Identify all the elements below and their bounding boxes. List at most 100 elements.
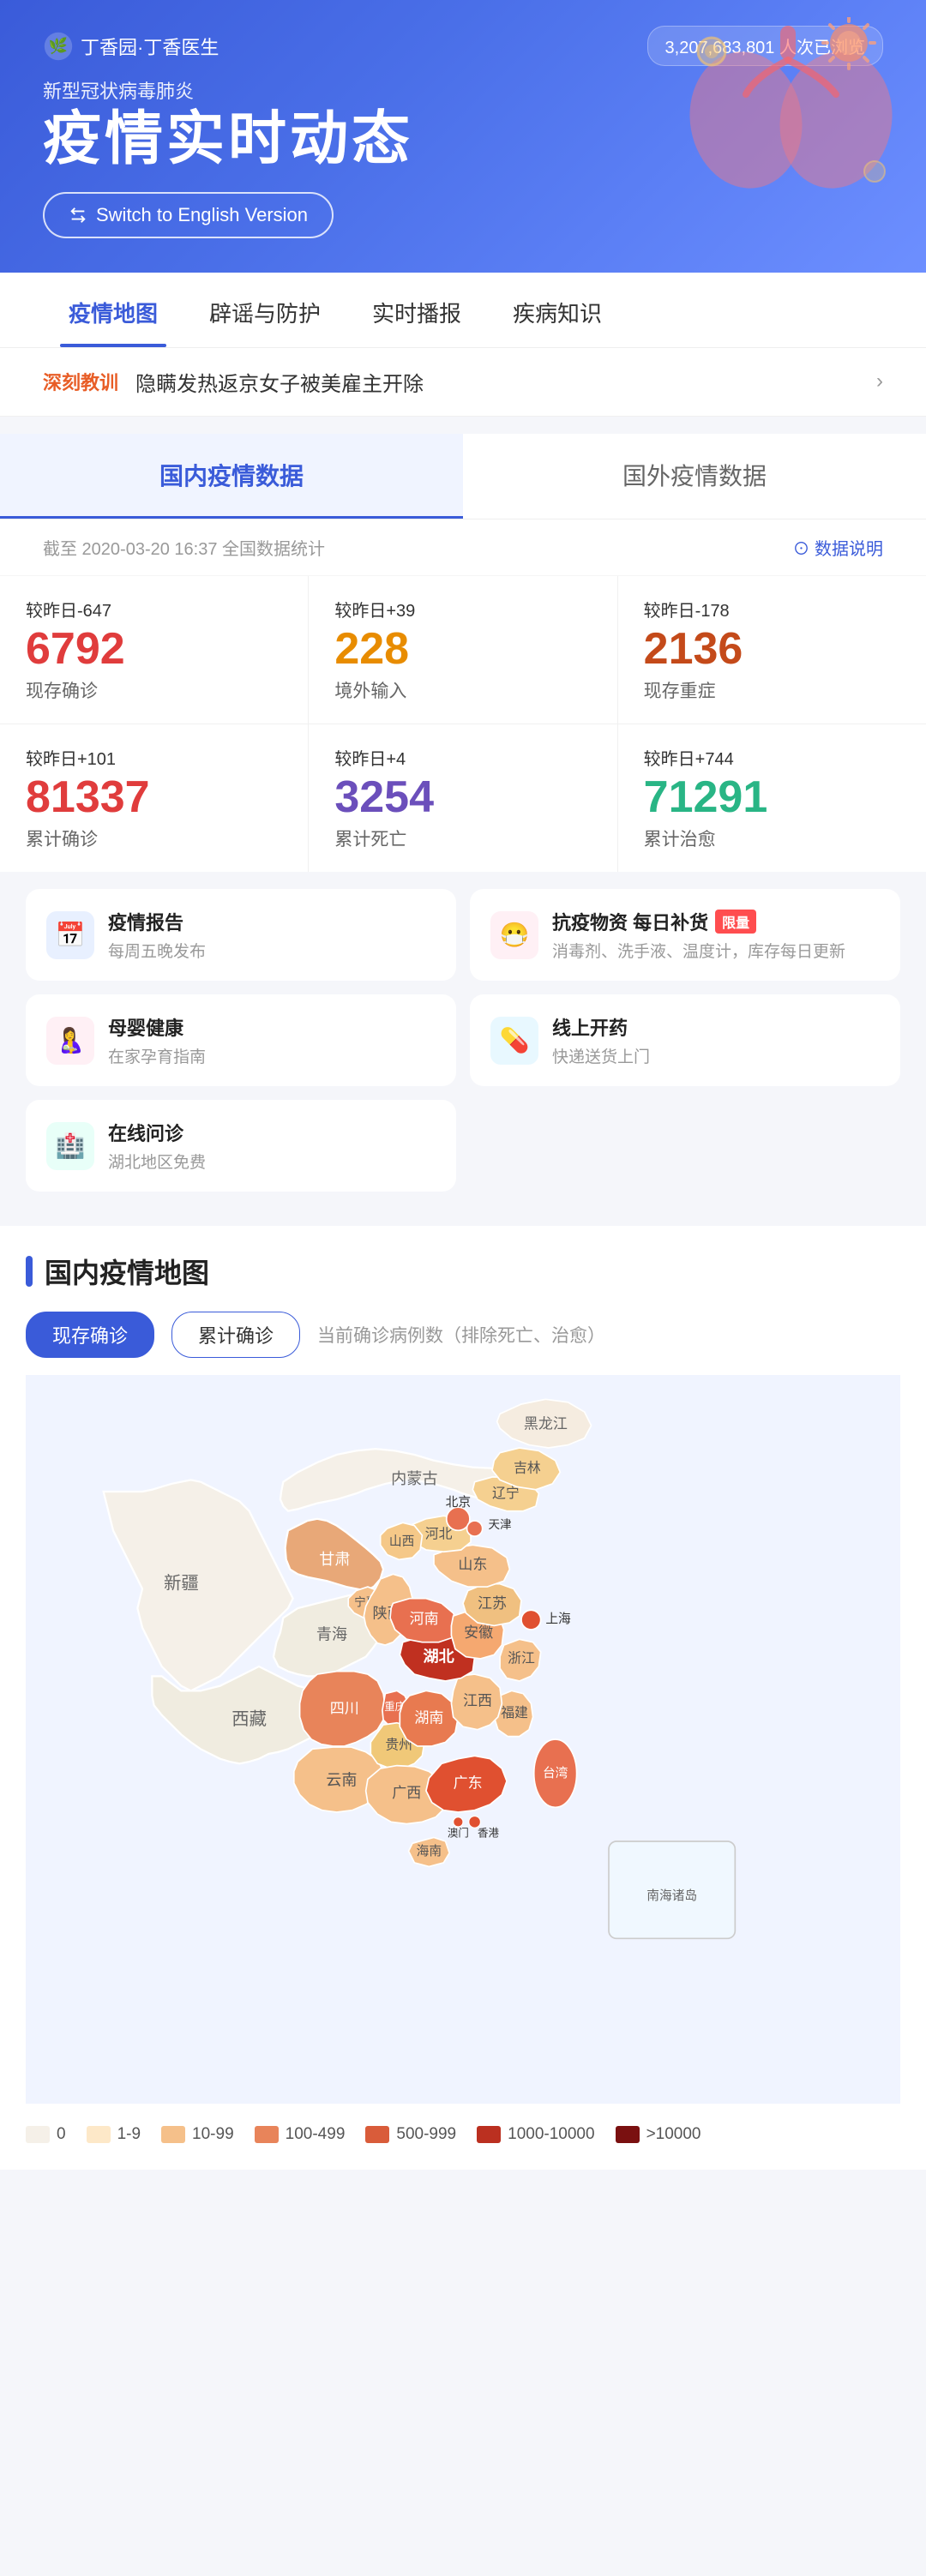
legend-color-500-999 (365, 2126, 389, 2143)
legend-10-99: 10-99 (161, 2125, 234, 2144)
service-card-consult[interactable]: 🏥 在线问诊 湖北地区免费 (26, 1100, 456, 1192)
service-subtitle-consult: 湖北地区免费 (108, 1150, 206, 1173)
tab-overseas[interactable]: 国外疫情数据 (463, 434, 926, 519)
service-info-report: 疫情报告 每周五晚发布 (108, 908, 206, 962)
service-card-medicine[interactable]: 💊 线上开药 快递送货上门 (470, 994, 900, 1086)
service-card-maternal[interactable]: 🤱 母婴健康 在家孕育指南 (26, 994, 456, 1086)
badge-limit: 限量 (715, 910, 756, 934)
logo-icon: 🌿 (43, 31, 74, 62)
service-icon-medicine: 💊 (490, 1017, 538, 1065)
logo-area: 🌿 丁香园·丁香医生 (43, 31, 219, 62)
service-icon-report: 📅 (46, 911, 94, 959)
service-title-maternal: 母婴健康 (108, 1013, 206, 1041)
switch-to-english-button[interactable]: Switch to English Version (43, 192, 334, 238)
svg-text:黑龙江: 黑龙江 (524, 1416, 568, 1432)
svg-text:河北: 河北 (425, 1527, 453, 1542)
service-card-report[interactable]: 📅 疫情报告 每周五晚发布 (26, 889, 456, 981)
section-title: 国内疫情地图 (26, 1252, 900, 1291)
legend-label-1000-10000: 1000-10000 (508, 2125, 594, 2144)
svg-text:河南: 河南 (410, 1611, 439, 1627)
header-banner: 🌿 丁香园·丁香医生 3,207,683,801 人次已浏览 新型冠状病毒肺炎 … (0, 0, 926, 273)
stat-total-recovered: 较昨日+744 71291 累计治愈 (618, 724, 926, 872)
svg-text:福建: 福建 (501, 1705, 528, 1720)
filter-desc: 当前确诊病例数（排除死亡、治愈） (317, 1322, 605, 1348)
stat-total-death: 较昨日+4 3254 累计死亡 (309, 724, 616, 872)
service-subtitle-report: 每周五晚发布 (108, 939, 206, 962)
legend-0: 0 (26, 2125, 66, 2144)
legend-label-10-99: 10-99 (192, 2125, 234, 2144)
legend-color-gt-10000 (616, 2126, 640, 2143)
svg-text:北京: 北京 (446, 1495, 471, 1510)
svg-text:湖北: 湖北 (424, 1648, 454, 1666)
filter-existing-confirmed[interactable]: 现存确诊 (26, 1312, 154, 1358)
logo-text: 丁香园·丁香医生 (81, 33, 219, 60)
legend-label-500-999: 500-999 (396, 2125, 456, 2144)
legend-label-0: 0 (57, 2125, 66, 2144)
legend-color-10-99 (161, 2126, 185, 2143)
service-title-report: 疫情报告 (108, 908, 206, 935)
legend-gt-10000: >10000 (616, 2125, 701, 2144)
svg-text:山东: 山东 (458, 1557, 487, 1573)
svg-text:安徽: 安徽 (464, 1624, 493, 1641)
legend-label-gt-10000: >10000 (646, 2125, 701, 2144)
tab-live[interactable]: 实时播报 (346, 273, 487, 347)
legend-color-1000-10000 (477, 2126, 501, 2143)
tab-epidemic-map[interactable]: 疫情地图 (43, 273, 183, 347)
svg-text:南海诸岛: 南海诸岛 (646, 1888, 697, 1903)
data-meta: 截至 2020-03-20 16:37 全国数据统计 ⊙ 数据说明 (0, 519, 926, 576)
service-info-maternal: 母婴健康 在家孕育指南 (108, 1013, 206, 1067)
svg-text:广西: 广西 (392, 1785, 421, 1801)
svg-text:内蒙古: 内蒙古 (391, 1470, 437, 1487)
service-title-medicine: 线上开药 (552, 1013, 650, 1041)
tab-rumors[interactable]: 辟谣与防护 (183, 273, 346, 347)
legend-color-100-499 (255, 2126, 279, 2143)
svg-text:四川: 四川 (330, 1701, 359, 1717)
svg-text:香港: 香港 (478, 1828, 499, 1840)
legend-100-499: 100-499 (255, 2125, 346, 2144)
service-subtitle-medicine: 快递送货上门 (552, 1044, 650, 1067)
news-arrow: › (876, 369, 883, 393)
svg-text:青海: 青海 (316, 1625, 347, 1642)
switch-icon (69, 206, 87, 225)
map-filter-row: 现存确诊 累计确诊 当前确诊病例数（排除死亡、治愈） (26, 1312, 900, 1358)
service-info-consult: 在线问诊 湖北地区免费 (108, 1119, 206, 1173)
legend-500-999: 500-999 (365, 2125, 456, 2144)
tab-knowledge[interactable]: 疾病知识 (487, 273, 628, 347)
svg-text:🌿: 🌿 (49, 36, 68, 54)
svg-text:甘肃: 甘肃 (319, 1551, 350, 1568)
legend-1-9: 1-9 (87, 2125, 141, 2144)
svg-text:云南: 云南 (326, 1771, 357, 1788)
lungs-decoration (677, 17, 900, 206)
stat-existing-confirmed: 较昨日-647 6792 现存确诊 (0, 576, 308, 724)
bottom-spacer (0, 2170, 926, 2221)
legend-color-1-9 (87, 2126, 111, 2143)
svg-text:上海: 上海 (545, 1612, 571, 1626)
map-legend: 0 1-9 10-99 100-499 500-999 1000-10000 (26, 2108, 900, 2144)
service-card-supplies[interactable]: 😷 抗疫物资 每日补货 限量 消毒剂、洗手液、温度计，库存每日更新 (470, 889, 900, 981)
news-ticker[interactable]: 深刻教训 隐瞒发热返京女子被美雇主开除 › (0, 348, 926, 417)
service-title-consult: 在线问诊 (108, 1119, 206, 1146)
svg-text:澳门: 澳门 (448, 1827, 469, 1840)
nav-tabs: 疫情地图 辟谣与防护 实时播报 疾病知识 (0, 273, 926, 348)
data-meta-info[interactable]: ⊙ 数据说明 (792, 535, 883, 560)
data-section: 国内疫情数据 国外疫情数据 截至 2020-03-20 16:37 全国数据统计… (0, 434, 926, 872)
svg-text:天津: 天津 (488, 1518, 511, 1531)
service-icon-supplies: 😷 (490, 911, 538, 959)
svg-text:浙江: 浙江 (508, 1651, 535, 1666)
service-subtitle-supplies: 消毒剂、洗手液、温度计，库存每日更新 (552, 939, 845, 962)
map-container: 新疆 西藏 青海 甘肃 内蒙古 宁夏 陕西 四川 重庆 (26, 1375, 900, 2144)
map-section: 国内疫情地图 现存确诊 累计确诊 当前确诊病例数（排除死亡、治愈） 新疆 西藏 … (0, 1226, 926, 2170)
legend-label-1-9: 1-9 (117, 2125, 141, 2144)
service-info-supplies: 抗疫物资 每日补货 限量 消毒剂、洗手液、温度计，库存每日更新 (552, 908, 845, 962)
switch-btn-label: Switch to English Version (96, 204, 308, 226)
filter-total-confirmed[interactable]: 累计确诊 (171, 1312, 300, 1358)
svg-text:山西: 山西 (389, 1534, 414, 1549)
section-title-text: 国内疫情地图 (45, 1252, 209, 1291)
svg-text:新疆: 新疆 (164, 1574, 199, 1594)
data-meta-time: 截至 2020-03-20 16:37 全国数据统计 (43, 535, 325, 560)
stats-grid: 较昨日-647 6792 现存确诊 较昨日+39 228 境外输入 较昨日-17… (0, 576, 926, 872)
tab-domestic[interactable]: 国内疫情数据 (0, 434, 463, 519)
legend-1000-10000: 1000-10000 (477, 2125, 594, 2144)
service-info-medicine: 线上开药 快递送货上门 (552, 1013, 650, 1067)
legend-color-0 (26, 2126, 50, 2143)
